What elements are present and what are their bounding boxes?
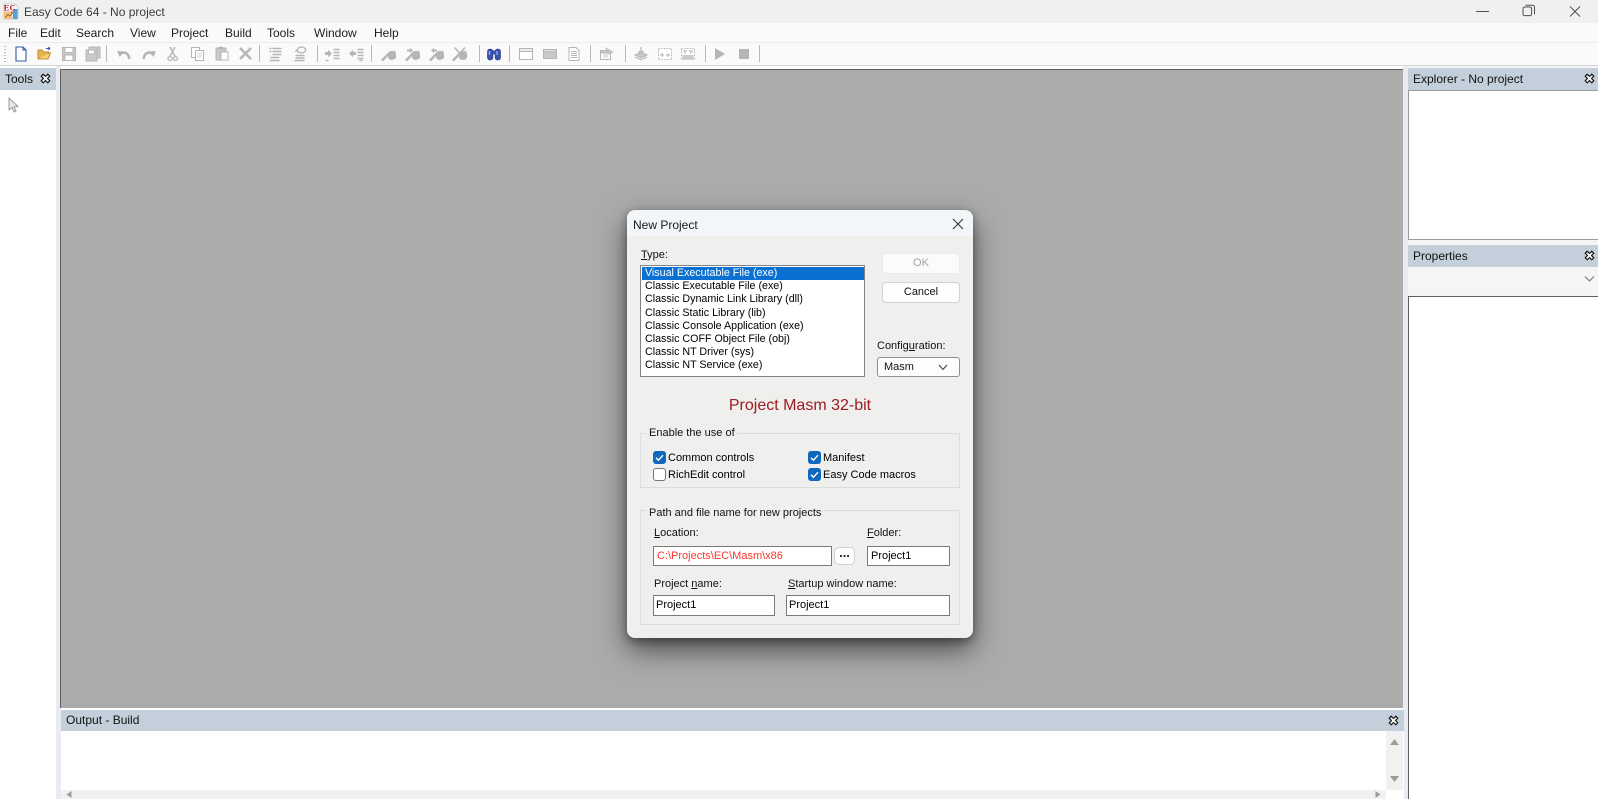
svg-text:EC: EC bbox=[4, 3, 16, 13]
